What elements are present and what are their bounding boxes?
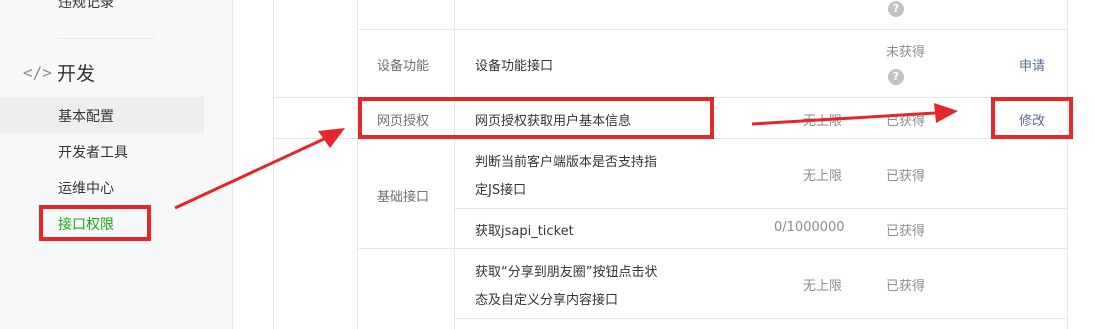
- arrow-to-web-auth: [174, 128, 345, 210]
- arrow-to-modify: [751, 103, 958, 126]
- annotation-arrows: [174, 103, 958, 210]
